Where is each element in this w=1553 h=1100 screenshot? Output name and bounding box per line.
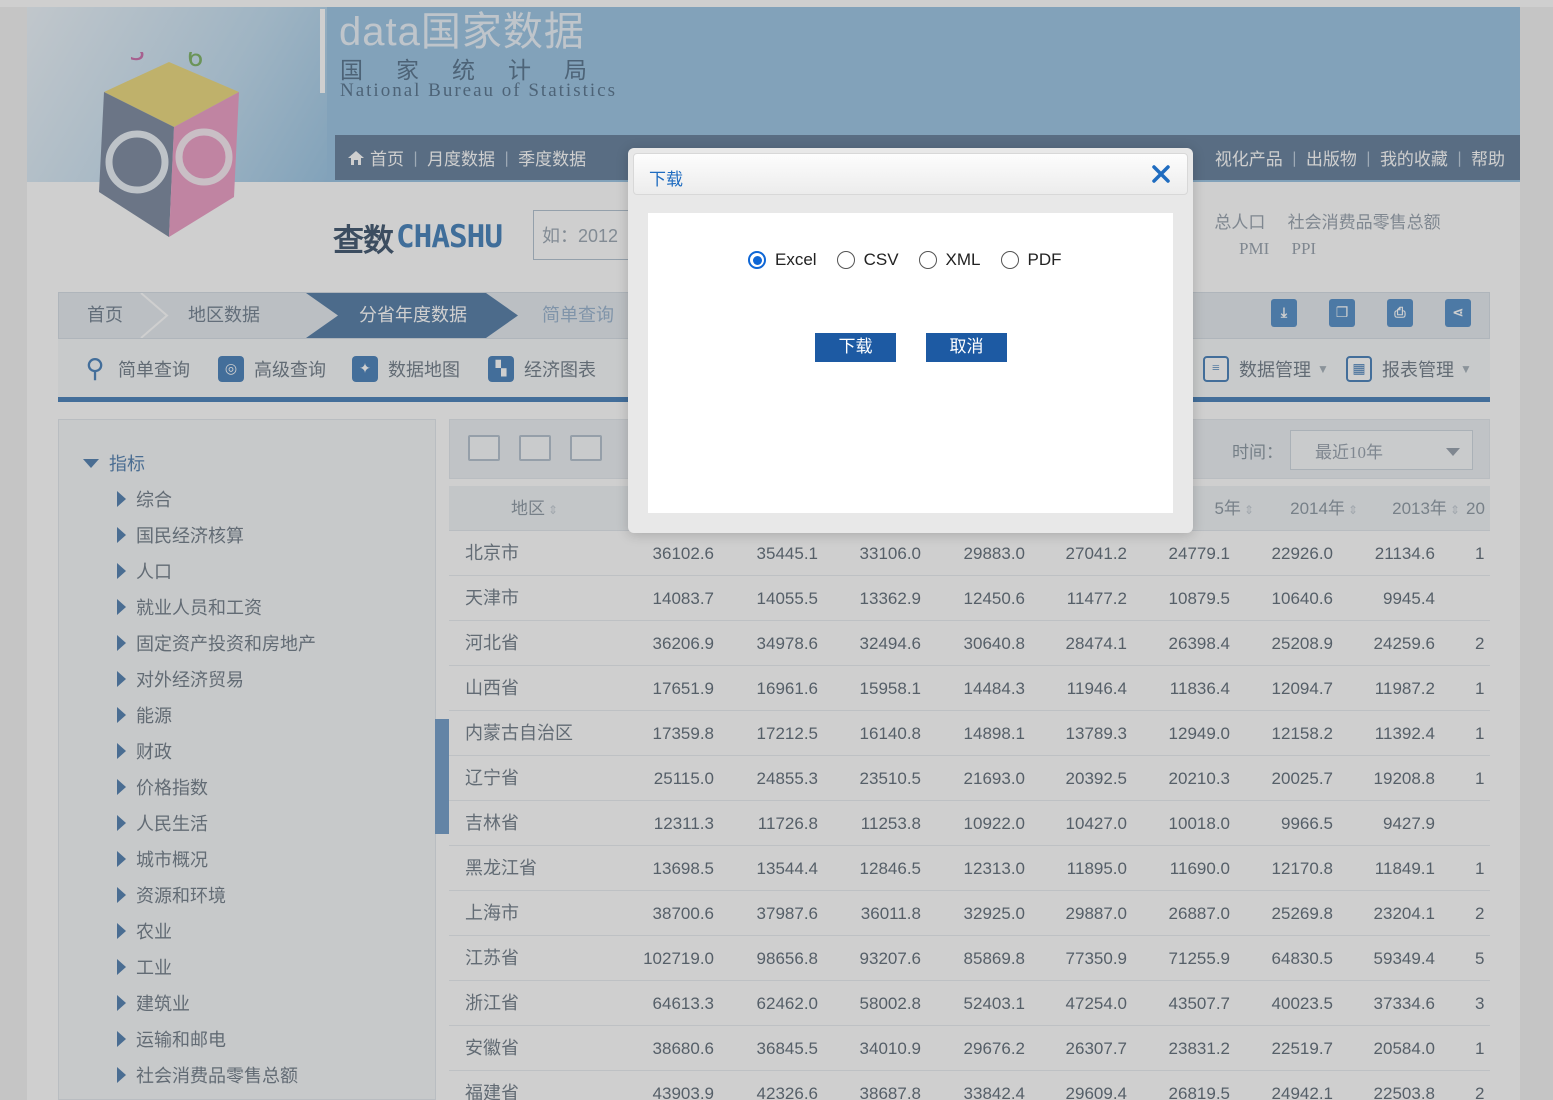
radio-button[interactable] xyxy=(836,251,855,269)
format-option-pdf[interactable]: PDF xyxy=(1000,250,1062,270)
format-option-excel[interactable]: Excel xyxy=(748,250,817,270)
format-label: XML xyxy=(945,250,981,269)
cancel-button[interactable]: 取消 xyxy=(926,333,1007,362)
dialog-header: 下载 xyxy=(633,153,1188,195)
format-option-csv[interactable]: CSV xyxy=(836,250,899,270)
download-button[interactable]: 下载 xyxy=(815,333,896,362)
format-label: PDF xyxy=(1027,250,1062,269)
close-icon[interactable] xyxy=(1149,162,1173,186)
download-dialog: 下载 Excel CSV XML PDF 下载 取消 xyxy=(628,148,1193,533)
page: 4 6 3 data国家数据 国家统计局 National Bureau of … xyxy=(0,0,1553,1100)
format-option-xml[interactable]: XML xyxy=(918,250,981,270)
format-label: CSV xyxy=(863,250,899,269)
format-options: Excel CSV XML PDF xyxy=(748,250,1082,270)
radio-button[interactable] xyxy=(748,251,766,269)
dialog-body: Excel CSV XML PDF 下载 取消 xyxy=(648,213,1173,513)
radio-button[interactable] xyxy=(918,251,937,269)
format-label: Excel xyxy=(775,250,817,269)
radio-button[interactable] xyxy=(1000,251,1019,269)
dialog-title: 下载 xyxy=(649,170,683,190)
